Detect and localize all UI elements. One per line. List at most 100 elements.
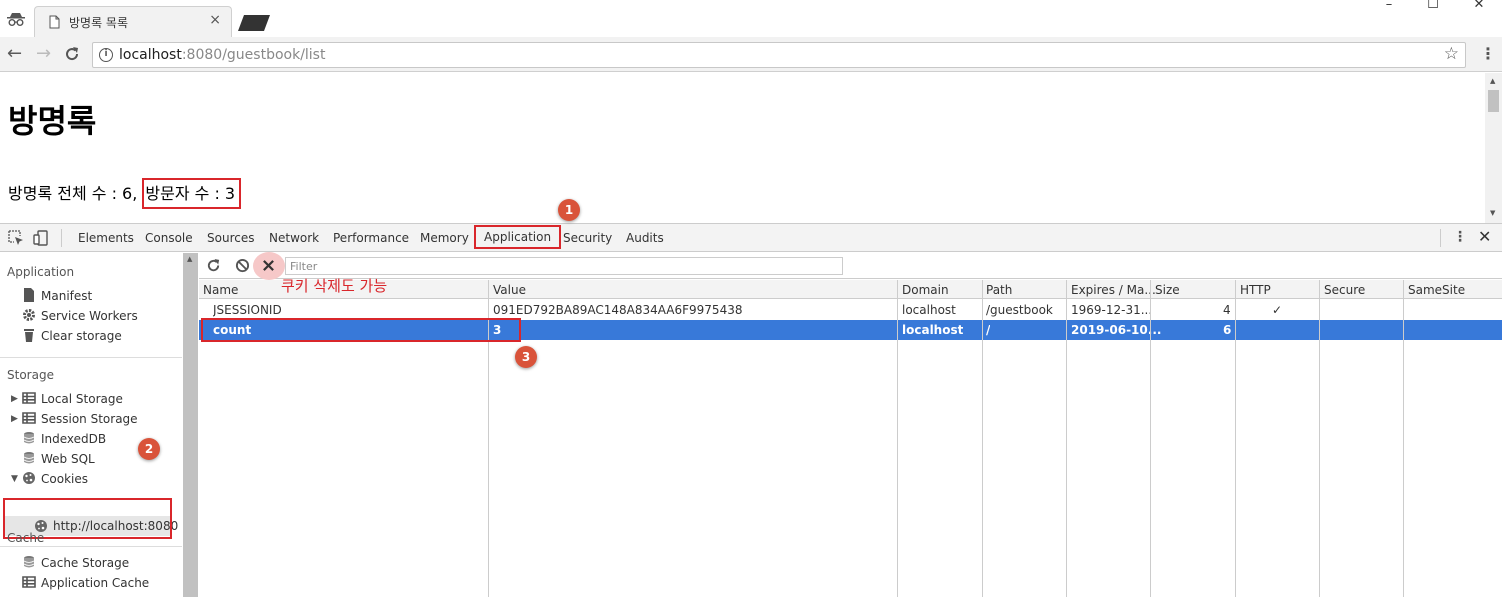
tab-elements[interactable]: Elements [78, 231, 134, 245]
cell-path: / [986, 323, 991, 337]
collapse-triangle-icon[interactable]: ▼ [11, 474, 18, 484]
column-header-value[interactable]: Value [493, 283, 526, 297]
tab-separator [61, 229, 62, 247]
scroll-thumb[interactable] [1488, 90, 1499, 112]
column-divider [1235, 280, 1236, 597]
trash-icon [24, 329, 34, 342]
device-toolbar-icon[interactable] [33, 230, 49, 246]
refresh-icon[interactable] [206, 258, 221, 273]
devtools-menu-icon[interactable]: ⋮ [1453, 229, 1467, 245]
sidebar-divider [0, 546, 182, 547]
cell-size: 6 [1223, 323, 1231, 337]
column-header-name[interactable]: Name [203, 283, 238, 297]
tab-security[interactable]: Security [563, 231, 612, 245]
tab-network[interactable]: Network [269, 231, 319, 245]
cell-http: ✓ [1272, 303, 1283, 317]
visitor-count-text: 방문자 수 : 3 [142, 178, 242, 209]
cookie-icon [23, 472, 35, 484]
cell-name: JSESSIONID [213, 303, 282, 317]
devtools-close-icon[interactable]: ✕ [1478, 227, 1491, 246]
annotation-badge-2: 2 [138, 438, 160, 460]
expand-triangle-icon[interactable]: ▶ [11, 414, 18, 424]
inspect-element-icon[interactable] [8, 230, 24, 246]
column-divider [1150, 280, 1151, 597]
forward-arrow-icon[interactable]: → [36, 44, 51, 64]
delete-selected-icon[interactable] [262, 259, 275, 272]
page-title: 방명록 [8, 102, 97, 140]
sidebar-header-storage: Storage [7, 368, 54, 382]
address-bar[interactable]: i localhost:8080/guestbook/list ☆ [92, 42, 1466, 68]
tab-sources[interactable]: Sources [207, 231, 254, 245]
application-sidebar: Application Manifest Service Workers Cle… [0, 253, 198, 597]
tab-close-icon[interactable]: × [209, 12, 221, 28]
tab-application[interactable]: Application [474, 225, 562, 249]
scroll-up-icon[interactable]: ▲ [1490, 77, 1495, 85]
browser-menu-icon[interactable]: ⋮ [1480, 45, 1496, 63]
cell-domain: localhost [902, 303, 956, 317]
manifest-icon [24, 288, 34, 302]
close-window-button[interactable]: ✕ [1456, 0, 1502, 12]
incognito-icon [7, 13, 25, 26]
filter-input[interactable] [285, 257, 843, 275]
grid-icon [22, 576, 36, 588]
tab-performance[interactable]: Performance [333, 231, 409, 245]
count-row-highlight-box [201, 318, 521, 342]
column-divider [1066, 280, 1067, 597]
tab-memory[interactable]: Memory [420, 231, 469, 245]
database-icon [23, 432, 35, 444]
maximize-button[interactable]: ☐ [1410, 0, 1456, 12]
annotation-badge-1: 1 [558, 199, 580, 221]
page-scrollbar[interactable]: ▲ ▼ [1485, 73, 1502, 223]
sidebar-header-application: Application [7, 265, 75, 279]
column-header-expires[interactable]: Expires / Ma... [1071, 283, 1156, 297]
cell-value: 091ED792BA89AC148A834AA6F9975438 [493, 303, 743, 317]
delete-cookie-note: 쿠키 삭제도 가능 [281, 277, 388, 295]
tab-separator [1440, 229, 1441, 247]
grid-icon [22, 392, 36, 404]
cell-expires: 2019-06-10... [1071, 323, 1162, 337]
url-text: localhost:8080/guestbook/list [119, 47, 326, 63]
browser-tab[interactable]: 방명록 목록 × [34, 6, 232, 37]
devtools-tabbar: Elements Console Sources Network Perform… [0, 224, 1502, 252]
column-header-samesite[interactable]: SameSite [1408, 283, 1465, 297]
column-header-http[interactable]: HTTP [1240, 283, 1271, 297]
scroll-up-icon[interactable]: ▲ [187, 255, 192, 263]
browser-titlebar: 방명록 목록 × – ☐ ✕ [0, 0, 1502, 37]
sidebar-divider [0, 357, 182, 358]
tab-title: 방명록 목록 [69, 16, 129, 30]
bookmark-star-icon[interactable]: ☆ [1444, 44, 1459, 64]
column-divider [1403, 280, 1404, 597]
sidebar-scrollbar[interactable]: ▲ [183, 253, 198, 597]
minimize-button[interactable]: – [1366, 0, 1412, 12]
cell-domain: localhost [902, 323, 964, 337]
column-divider [1319, 280, 1320, 597]
grid-icon [22, 412, 36, 424]
cookie-table: Name Value Domain Path Expires / Ma... S… [199, 280, 1502, 597]
database-icon [23, 556, 35, 568]
tab-audits[interactable]: Audits [626, 231, 664, 245]
table-row[interactable]: JSESSIONID 091ED792BA89AC148A834AA6F9975… [199, 300, 1502, 320]
reload-icon[interactable] [64, 46, 80, 62]
tab-console[interactable]: Console [145, 231, 193, 245]
column-header-secure[interactable]: Secure [1324, 283, 1365, 297]
page-icon [49, 15, 60, 29]
count-line: 방명록 전체 수 : 6, 방문자 수 : 3 [8, 178, 242, 209]
database-icon [23, 452, 35, 464]
table-header: Name Value Domain Path Expires / Ma... S… [199, 280, 1502, 299]
expand-triangle-icon[interactable]: ▶ [11, 394, 18, 404]
column-header-path[interactable]: Path [986, 283, 1012, 297]
annotation-badge-3: 3 [515, 346, 537, 368]
gear-icon [23, 309, 35, 321]
column-divider [897, 280, 898, 597]
column-header-domain[interactable]: Domain [902, 283, 949, 297]
browser-toolbar: ← → i localhost:8080/guestbook/list ☆ ⋮ [0, 37, 1502, 72]
back-arrow-icon[interactable]: ← [7, 44, 22, 64]
new-tab-button[interactable] [238, 15, 270, 31]
clear-all-icon[interactable] [235, 258, 250, 273]
info-icon[interactable]: i [99, 48, 113, 62]
column-divider [982, 280, 983, 597]
scroll-down-icon[interactable]: ▼ [1490, 209, 1495, 217]
cell-size: 42 [1223, 303, 1231, 317]
devtools-panel: Elements Console Sources Network Perform… [0, 223, 1502, 597]
column-header-size[interactable]: Size [1155, 283, 1180, 297]
